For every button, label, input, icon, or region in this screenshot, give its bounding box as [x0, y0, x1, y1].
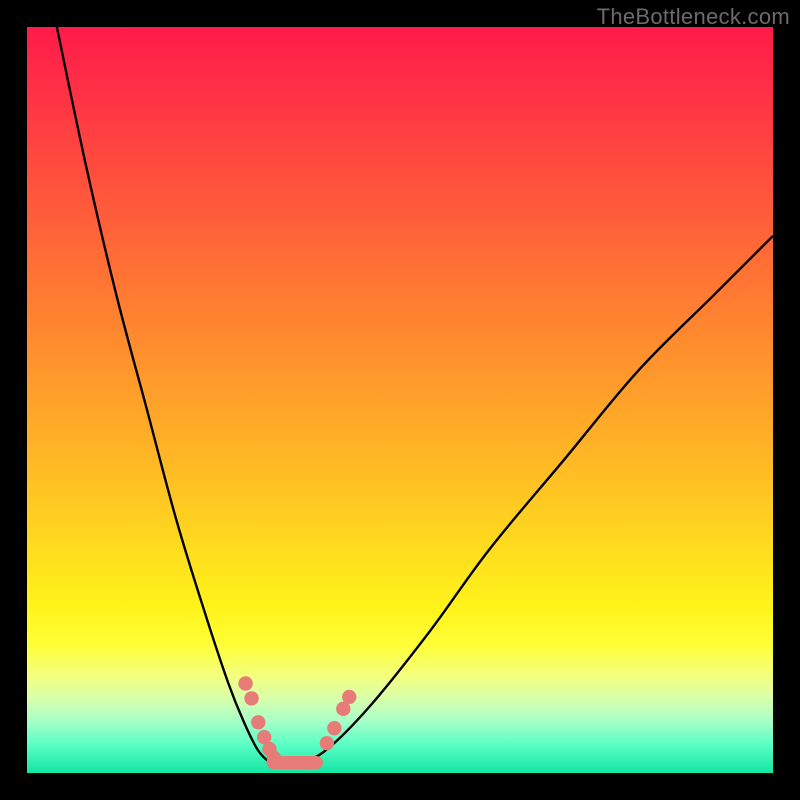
- right-curve: [296, 236, 773, 766]
- data-marker: [251, 715, 265, 729]
- chart-container: TheBottleneck.com: [0, 0, 800, 800]
- watermark-label: TheBottleneck.com: [597, 4, 790, 30]
- data-marker: [238, 676, 252, 690]
- data-marker: [327, 721, 341, 735]
- curves-svg: [27, 27, 773, 773]
- data-marker: [342, 690, 356, 704]
- data-marker: [244, 691, 258, 705]
- right-marker-cluster: [320, 690, 357, 751]
- plot-area: [27, 27, 773, 773]
- data-marker: [320, 736, 334, 750]
- left-curve: [57, 27, 273, 766]
